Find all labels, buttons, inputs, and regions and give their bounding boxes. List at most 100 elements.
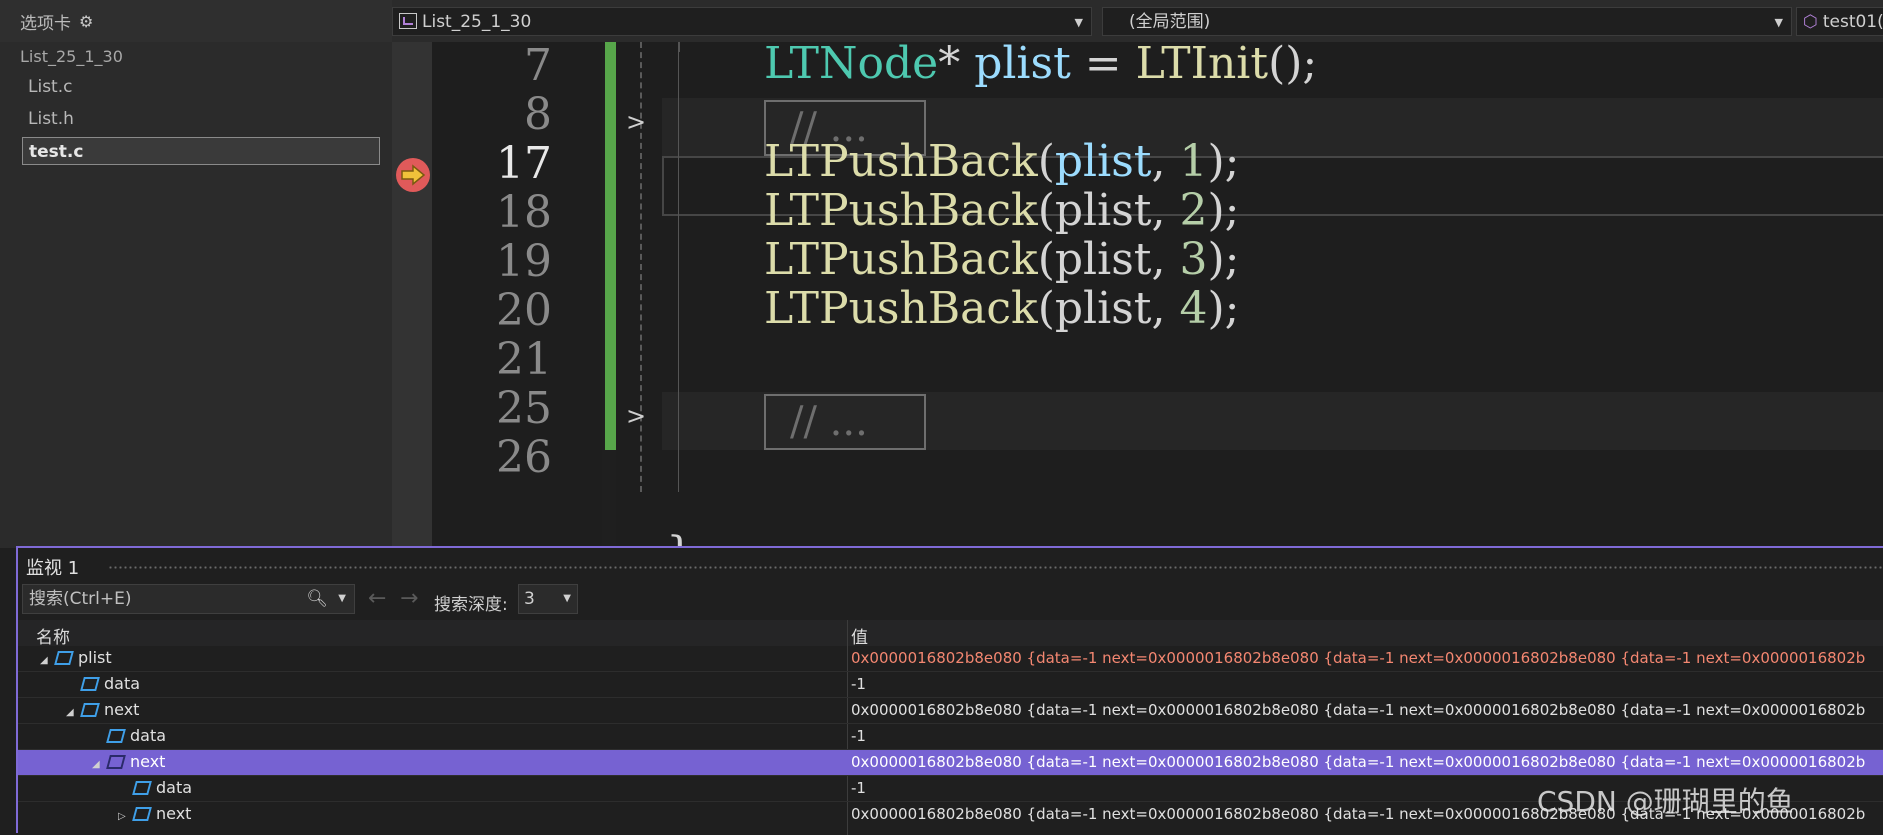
number-token: 4 xyxy=(1179,283,1208,334)
watch-row[interactable]: ◢ plist 0x0000016802b8e080 {data=-1 next=… xyxy=(18,646,1883,672)
watch-column-header: 名称 值 xyxy=(18,620,1883,648)
function-name: test01( xyxy=(1822,12,1883,32)
function-token: LTPushBack xyxy=(764,185,1038,236)
variable-icon xyxy=(132,781,152,795)
scope-dropdown[interactable]: (全局范围) ▼ xyxy=(1102,7,1792,36)
variable-icon xyxy=(80,677,100,691)
punctuation-token: , xyxy=(1151,136,1180,187)
search-depth-label: 搜索深度: xyxy=(434,595,508,615)
watch-row-selected[interactable]: ◢ next 0x0000016802b8e080 {data=-1 next=0… xyxy=(18,750,1883,776)
tab-list-c[interactable]: List.c xyxy=(22,73,380,101)
variable-icon xyxy=(54,651,74,665)
function-dropdown[interactable]: ⬡ test01( xyxy=(1796,7,1883,36)
collapsed-code-region[interactable]: // ... xyxy=(764,394,926,450)
current-line-number: 17 xyxy=(496,138,552,189)
tabs-panel-title: 选项卡 xyxy=(20,13,71,34)
variable-icon xyxy=(132,807,152,821)
line-number: 8 xyxy=(524,89,552,140)
file-tabs-panel: 选项卡 ⚙ List_25_1_30 List.c List.h test.c xyxy=(0,0,392,548)
variable-token: plist xyxy=(1054,283,1152,334)
tab-test-c[interactable]: test.c xyxy=(22,137,380,165)
function-token: LTPushBack xyxy=(764,283,1038,334)
watch-row-name: data xyxy=(104,674,141,693)
watch-row-name: plist xyxy=(78,648,112,667)
chevron-down-icon: ▼ xyxy=(1774,16,1783,29)
punctuation-token: ( xyxy=(1037,283,1055,334)
code-line-26: } xyxy=(666,528,694,548)
chevron-down-icon[interactable]: ▼ xyxy=(338,585,346,613)
column-value-header[interactable]: 值 xyxy=(851,623,868,648)
variable-icon xyxy=(80,703,100,717)
indent-guide xyxy=(678,42,679,492)
collapse-triangle-icon[interactable]: ◢ xyxy=(92,759,106,770)
chevron-down-icon: ▼ xyxy=(1074,16,1083,29)
function-token: LTPushBack xyxy=(764,136,1038,187)
number-token: 1 xyxy=(1179,136,1208,187)
watch-row-name: next xyxy=(156,804,192,823)
line-number: 19 xyxy=(496,236,552,287)
watch-row-value[interactable]: -1 xyxy=(851,779,866,797)
code-line-7: LTNode* plist = LTInit(); xyxy=(764,42,1317,89)
variable-token: plist xyxy=(1054,136,1152,187)
code-line-18: LTPushBack(plist, 2); xyxy=(764,185,1239,236)
project-dropdown[interactable]: List_25_1_30 ▼ xyxy=(392,7,1092,36)
watch-row-name: data xyxy=(130,726,167,745)
variable-icon xyxy=(106,729,126,743)
type-token: LTNode xyxy=(764,42,939,89)
watch-row-name: data xyxy=(156,778,193,797)
line-number: 21 xyxy=(496,334,552,385)
punctuation-token: ( xyxy=(1037,185,1055,236)
search-next-icon[interactable]: → xyxy=(400,586,418,611)
watch-window-title[interactable]: 监视 1 xyxy=(26,554,79,580)
expand-region-icon[interactable]: > xyxy=(626,108,646,136)
project-icon xyxy=(399,13,417,29)
breakpoint-current-statement-icon[interactable] xyxy=(396,158,430,192)
watch-row-value[interactable]: -1 xyxy=(851,727,866,745)
watch-row[interactable]: data -1 xyxy=(18,672,1883,698)
variable-token: plist xyxy=(1054,234,1152,285)
watermark: CSDN @珊瑚里的鱼 xyxy=(1537,785,1794,818)
line-number: 20 xyxy=(496,285,552,336)
gear-icon[interactable]: ⚙ xyxy=(79,12,93,31)
watch-row-name: next xyxy=(104,700,140,719)
change-tracking-bar xyxy=(605,42,616,450)
watch-row-value[interactable]: -1 xyxy=(851,675,866,693)
watch-row-value[interactable]: 0x0000016802b8e080 {data=-1 next=0x00000… xyxy=(851,649,1865,667)
punctuation-token: , xyxy=(1151,185,1180,236)
expand-triangle-icon[interactable]: ▷ xyxy=(118,811,132,822)
punctuation-token: (); xyxy=(1268,42,1318,89)
column-name-header[interactable]: 名称 xyxy=(36,623,70,648)
search-depth-value: 3 xyxy=(524,589,535,609)
search-previous-icon[interactable]: ← xyxy=(368,586,386,611)
code-editor[interactable]: > > LTNode* plist = LTInit(); // ... LTP… xyxy=(616,42,1883,548)
watch-row-name: next xyxy=(130,752,166,771)
indent-guide-top xyxy=(678,42,680,52)
search-depth-select[interactable]: 3 ▼ xyxy=(518,584,578,614)
watch-search-input[interactable]: 搜索(Ctrl+E) 🔍︎ ▼ xyxy=(22,584,355,614)
variable-token: plist xyxy=(974,42,1071,89)
tab-group-label: List_25_1_30 xyxy=(20,47,123,66)
tabs-panel-header: 选项卡 ⚙ xyxy=(0,0,392,42)
tab-list-h[interactable]: List.h xyxy=(22,105,380,133)
line-number: 18 xyxy=(496,187,552,238)
number-token: 2 xyxy=(1179,185,1208,236)
operator-token: = xyxy=(1070,42,1136,89)
expand-region-icon[interactable]: > xyxy=(626,402,646,430)
window-drag-grip[interactable] xyxy=(108,565,1883,571)
number-token: 3 xyxy=(1179,234,1208,285)
watch-row-value[interactable]: 0x0000016802b8e080 {data=-1 next=0x00000… xyxy=(851,753,1865,771)
search-icon[interactable]: 🔍︎ xyxy=(306,585,328,613)
code-line-19: LTPushBack(plist, 3); xyxy=(764,234,1239,285)
code-line-20: LTPushBack(plist, 4); xyxy=(764,283,1239,334)
project-name: List_25_1_30 xyxy=(422,12,532,32)
punctuation-token: ( xyxy=(1037,136,1055,187)
collapse-triangle-icon[interactable]: ◢ xyxy=(66,707,80,718)
watch-row[interactable]: data -1 xyxy=(18,724,1883,750)
glyph-margin[interactable] xyxy=(392,42,432,548)
watch-row-value[interactable]: 0x0000016802b8e080 {data=-1 next=0x00000… xyxy=(851,701,1865,719)
punctuation-token: ); xyxy=(1207,136,1240,187)
line-number: 25 xyxy=(496,383,552,434)
collapse-triangle-icon[interactable]: ◢ xyxy=(40,655,54,666)
watch-row[interactable]: ◢ next 0x0000016802b8e080 {data=-1 next=0… xyxy=(18,698,1883,724)
punctuation-token: ); xyxy=(1207,185,1240,236)
